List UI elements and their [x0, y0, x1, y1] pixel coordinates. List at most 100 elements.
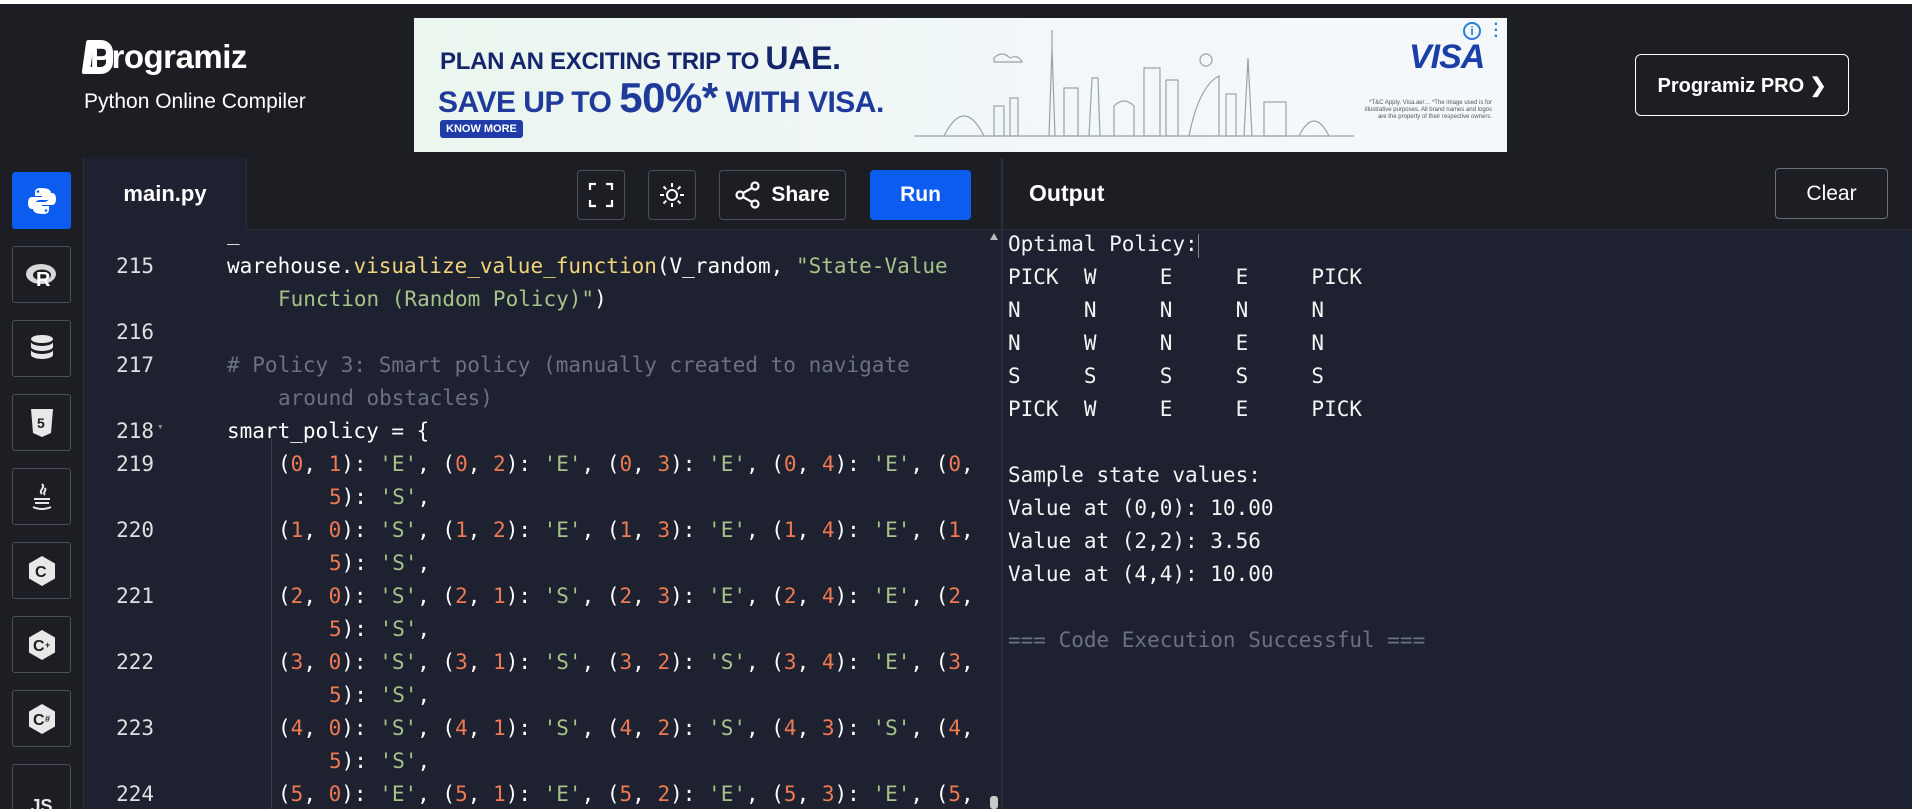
code-line: 219 (0, 1): 'E', (0, 2): 'E', (0, 3): 'E… — [84, 448, 989, 481]
code-line: 222 (3, 0): 'S', (3, 1): 'S', (3, 2): 'S… — [84, 646, 989, 679]
ad-visa-logo: VISA — [1409, 38, 1485, 76]
sidebar-item-r[interactable]: R — [12, 246, 71, 303]
line-number: 217 — [116, 353, 154, 377]
svg-text:C: C — [33, 638, 45, 655]
sidebar-item-csharp[interactable]: C # — [12, 690, 71, 747]
code-text: 5): 'S', — [329, 551, 431, 575]
output-line: S S S S S — [1008, 364, 1325, 388]
top-header: Programiz Python Online Compiler PLAN AN… — [0, 0, 1912, 158]
fullscreen-button[interactable] — [577, 170, 625, 220]
sidebar-item-python[interactable] — [12, 172, 71, 229]
sun-icon — [660, 183, 684, 207]
brand[interactable]: Programiz Python Online Compiler — [84, 38, 306, 114]
output-line: PICK W E E PICK — [1008, 397, 1363, 421]
output-title: Output — [1029, 180, 1105, 206]
advertisement-banner[interactable]: PLAN AN EXCITING TRIP TO UAE. SAVE UP TO… — [414, 18, 1507, 152]
scroll-up-arrow-icon[interactable] — [990, 233, 998, 240]
sidebar-item-cpp[interactable]: C + — [12, 616, 71, 673]
programiz-logo-icon — [84, 40, 113, 74]
code-text: 5): 'S', — [329, 617, 431, 641]
output-line: Sample state values: — [1008, 463, 1261, 487]
code-line: 221 (2, 0): 'S', (2, 1): 'S', (2, 3): 'E… — [84, 580, 989, 613]
editor-scrollbar[interactable] — [990, 796, 998, 809]
output-line: PICK W E E PICK — [1008, 265, 1363, 289]
code-line: 217 # Policy 3: Smart policy (manually c… — [84, 349, 989, 382]
code-line-wrap: 5): 'S', — [84, 679, 989, 712]
svg-text:R: R — [36, 269, 51, 288]
line-number: 219 — [116, 452, 154, 476]
clear-button[interactable]: Clear — [1775, 168, 1888, 219]
run-button[interactable]: Run — [870, 170, 971, 220]
page-subtitle: Python Online Compiler — [84, 90, 306, 113]
share-button[interactable]: Share — [719, 170, 846, 220]
java-icon — [32, 482, 51, 510]
editor-toolbar: main.py Share Run — [84, 158, 1002, 230]
ad-options-icon[interactable]: · · · — [1494, 18, 1499, 45]
c-icon: C — [28, 555, 55, 586]
database-icon — [30, 334, 53, 359]
svg-text:C: C — [35, 564, 47, 581]
code-comment: # Policy 3: Smart policy (manually creat… — [227, 353, 910, 377]
code-line: 224 (5, 0): 'E', (5, 1): 'E', (5, 2): 'E… — [84, 778, 989, 809]
ad-skyline-image — [914, 30, 1354, 137]
code-line-partial: _ — [84, 230, 989, 250]
sidebar-item-sql[interactable] — [12, 320, 71, 377]
ad-offer-prefix: SAVE UP TO — [438, 86, 620, 119]
code-comment: around obstacles) — [278, 386, 493, 410]
line-number: 220 — [116, 518, 154, 542]
line-number: 218 — [116, 419, 154, 443]
code-line: 223 (4, 0): 'S', (4, 1): 'S', (4, 2): 'S… — [84, 712, 989, 745]
sidebar-item-java[interactable] — [12, 468, 71, 525]
code-text: (3, 0): 'S', (3, 1): 'S', (3, 2): 'S', (… — [278, 650, 974, 674]
code-line-wrap: around obstacles) — [84, 382, 989, 415]
code-text: (4, 0): 'S', (4, 1): 'S', (4, 2): 'S', (… — [278, 716, 974, 740]
language-sidebar: R 5 C C + C # JS — [0, 158, 84, 809]
output-line: Value at (4,4): 10.00 — [1008, 562, 1274, 586]
line-number: 216 — [116, 320, 154, 344]
ad-headline-strong: UAE. — [765, 40, 841, 76]
html5-icon: 5 — [30, 408, 53, 437]
info-icon[interactable]: i — [1463, 22, 1481, 40]
code-text: smart_policy = { — [227, 419, 430, 443]
execution-status: === Code Execution Successful === — [1008, 628, 1426, 652]
text-cursor — [1198, 234, 1199, 258]
output-console[interactable]: Optimal Policy: PICK W E E PICK N N N N … — [1003, 230, 1912, 809]
python-icon — [27, 187, 56, 214]
fold-arrow-icon[interactable]: ▾ — [157, 420, 164, 433]
code-text: 5): 'S', — [329, 485, 431, 509]
code-line: 218 ▾ smart_policy = { — [84, 415, 989, 448]
svg-text:5: 5 — [37, 415, 45, 431]
code-line: 216 — [84, 316, 989, 349]
output-line: N N N N N — [1008, 298, 1325, 322]
line-number: 222 — [116, 650, 154, 674]
code-text: warehouse.visualize_value_function(V_ran… — [227, 254, 948, 278]
sidebar-item-c[interactable]: C — [12, 542, 71, 599]
code-line: 220 (1, 0): 'S', (1, 2): 'E', (1, 3): 'E… — [84, 514, 989, 547]
output-line: Value at (0,0): 10.00 — [1008, 496, 1274, 520]
csharp-icon: C # — [28, 703, 55, 734]
code-line-wrap: 5): 'S', — [84, 745, 989, 778]
programiz-pro-button[interactable]: Programiz PRO ❯ — [1635, 54, 1849, 116]
ad-offer-percent: 50%* — [619, 74, 718, 121]
theme-toggle-button[interactable] — [648, 170, 696, 220]
programiz-logo[interactable]: Programiz — [84, 38, 306, 76]
output-line: N W N E N — [1008, 331, 1325, 355]
tab-main-py[interactable]: main.py — [84, 158, 247, 230]
ad-know-more-button[interactable]: KNOW MORE — [440, 120, 523, 138]
line-number: 223 — [116, 716, 154, 740]
line-number: 215 — [116, 254, 154, 278]
r-icon: R — [25, 263, 56, 288]
line-number: 224 — [116, 782, 154, 806]
code-text: (5, 0): 'E', (5, 1): 'E', (5, 2): 'E', (… — [278, 782, 974, 806]
output-toolbar: Output Clear — [1003, 158, 1912, 230]
code-editor[interactable]: _ 215 warehouse.visualize_value_function… — [84, 230, 1002, 809]
ad-headline-text: PLAN AN EXCITING TRIP TO — [440, 48, 766, 75]
sidebar-item-js[interactable]: JS — [12, 764, 71, 809]
output-line: Optimal Policy: — [1008, 232, 1198, 256]
line-number: 221 — [116, 584, 154, 608]
code-line-wrap: 5): 'S', — [84, 481, 989, 514]
code-text: 5): 'S', — [329, 749, 431, 773]
sidebar-item-html[interactable]: 5 — [12, 394, 71, 451]
code-text: Function (Random Policy)") — [278, 287, 607, 311]
ad-headline: PLAN AN EXCITING TRIP TO UAE. — [440, 40, 841, 77]
